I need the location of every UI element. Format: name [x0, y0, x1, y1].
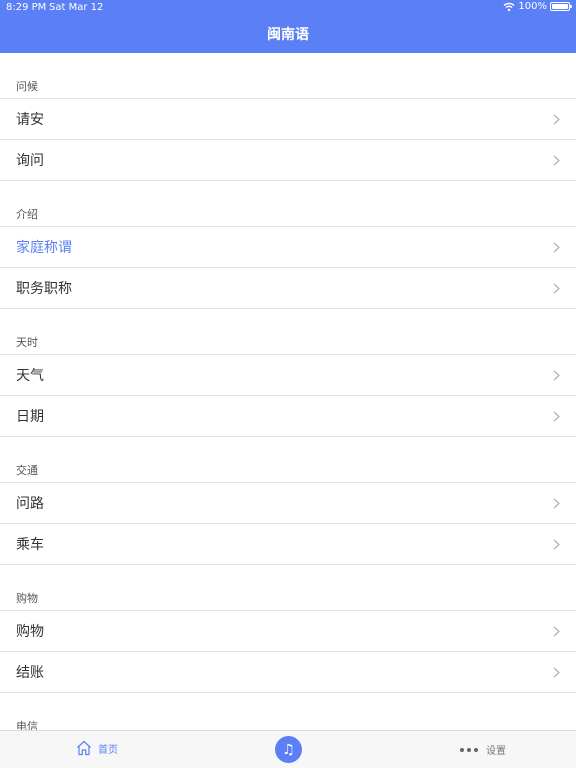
- tab-bar: 首页 ♫ 设置: [0, 730, 576, 768]
- row-label: 职务职称: [16, 281, 72, 297]
- section-header: 天时: [0, 309, 576, 355]
- chevron-right-icon: [553, 155, 560, 165]
- section-header: 交通: [0, 437, 576, 483]
- list-row[interactable]: 结账: [0, 652, 576, 693]
- list-row[interactable]: 请安: [0, 99, 576, 140]
- list-row[interactable]: 购物: [0, 611, 576, 652]
- row-label: 结账: [16, 665, 44, 681]
- row-label: 询问: [16, 153, 44, 169]
- row-label: 购物: [16, 624, 44, 640]
- status-date: Sat Mar 12: [49, 2, 104, 13]
- list-row[interactable]: 乘车: [0, 524, 576, 565]
- music-button[interactable]: ♫: [275, 736, 302, 763]
- list-row[interactable]: 职务职称: [0, 268, 576, 309]
- nav-header: 8:29 PM Sat Mar 12 100% 闽南语: [0, 0, 576, 53]
- chevron-right-icon: [553, 114, 560, 124]
- home-icon: [77, 740, 91, 756]
- battery-text: 100%: [518, 1, 547, 12]
- category-list[interactable]: 问候 请安 询问 介绍 家庭称谓 职务职称 天时 天气 日期 交通 问路 乘车 购物 购物 结账 电信: [0, 53, 576, 730]
- section-header: 电信: [0, 693, 576, 730]
- status-right: 100%: [503, 1, 572, 12]
- list-row[interactable]: 日期: [0, 396, 576, 437]
- row-label: 天气: [16, 368, 44, 384]
- status-bar: 8:29 PM Sat Mar 12 100%: [0, 0, 576, 16]
- chevron-right-icon: [553, 539, 560, 549]
- battery-icon: [550, 2, 572, 11]
- list-row[interactable]: 家庭称谓: [0, 227, 576, 268]
- row-label: 请安: [16, 112, 44, 128]
- section-header: 问候: [0, 53, 576, 99]
- tab-home-label: 首页: [98, 744, 118, 756]
- chevron-right-icon: [553, 283, 560, 293]
- wifi-icon: [503, 2, 515, 11]
- tab-settings-label: 设置: [486, 746, 506, 757]
- more-dots-icon: [460, 747, 478, 752]
- page-title: 闽南语: [267, 27, 309, 43]
- tab-settings[interactable]: 设置: [460, 742, 506, 757]
- status-time: 8:29 PM: [6, 2, 47, 13]
- list-row[interactable]: 天气: [0, 355, 576, 396]
- section-header: 购物: [0, 565, 576, 611]
- chevron-right-icon: [553, 370, 560, 380]
- row-label: 问路: [16, 496, 44, 512]
- chevron-right-icon: [553, 242, 560, 252]
- row-label: 日期: [16, 409, 44, 425]
- chevron-right-icon: [553, 498, 560, 508]
- row-label: 家庭称谓: [16, 240, 72, 256]
- list-row[interactable]: 询问: [0, 140, 576, 181]
- music-icon: ♫: [282, 741, 295, 758]
- list-row[interactable]: 问路: [0, 483, 576, 524]
- chevron-right-icon: [553, 411, 560, 421]
- chevron-right-icon: [553, 667, 560, 677]
- tab-home[interactable]: 首页: [76, 740, 118, 756]
- section-header: 介绍: [0, 181, 576, 227]
- chevron-right-icon: [553, 626, 560, 636]
- row-label: 乘车: [16, 537, 44, 553]
